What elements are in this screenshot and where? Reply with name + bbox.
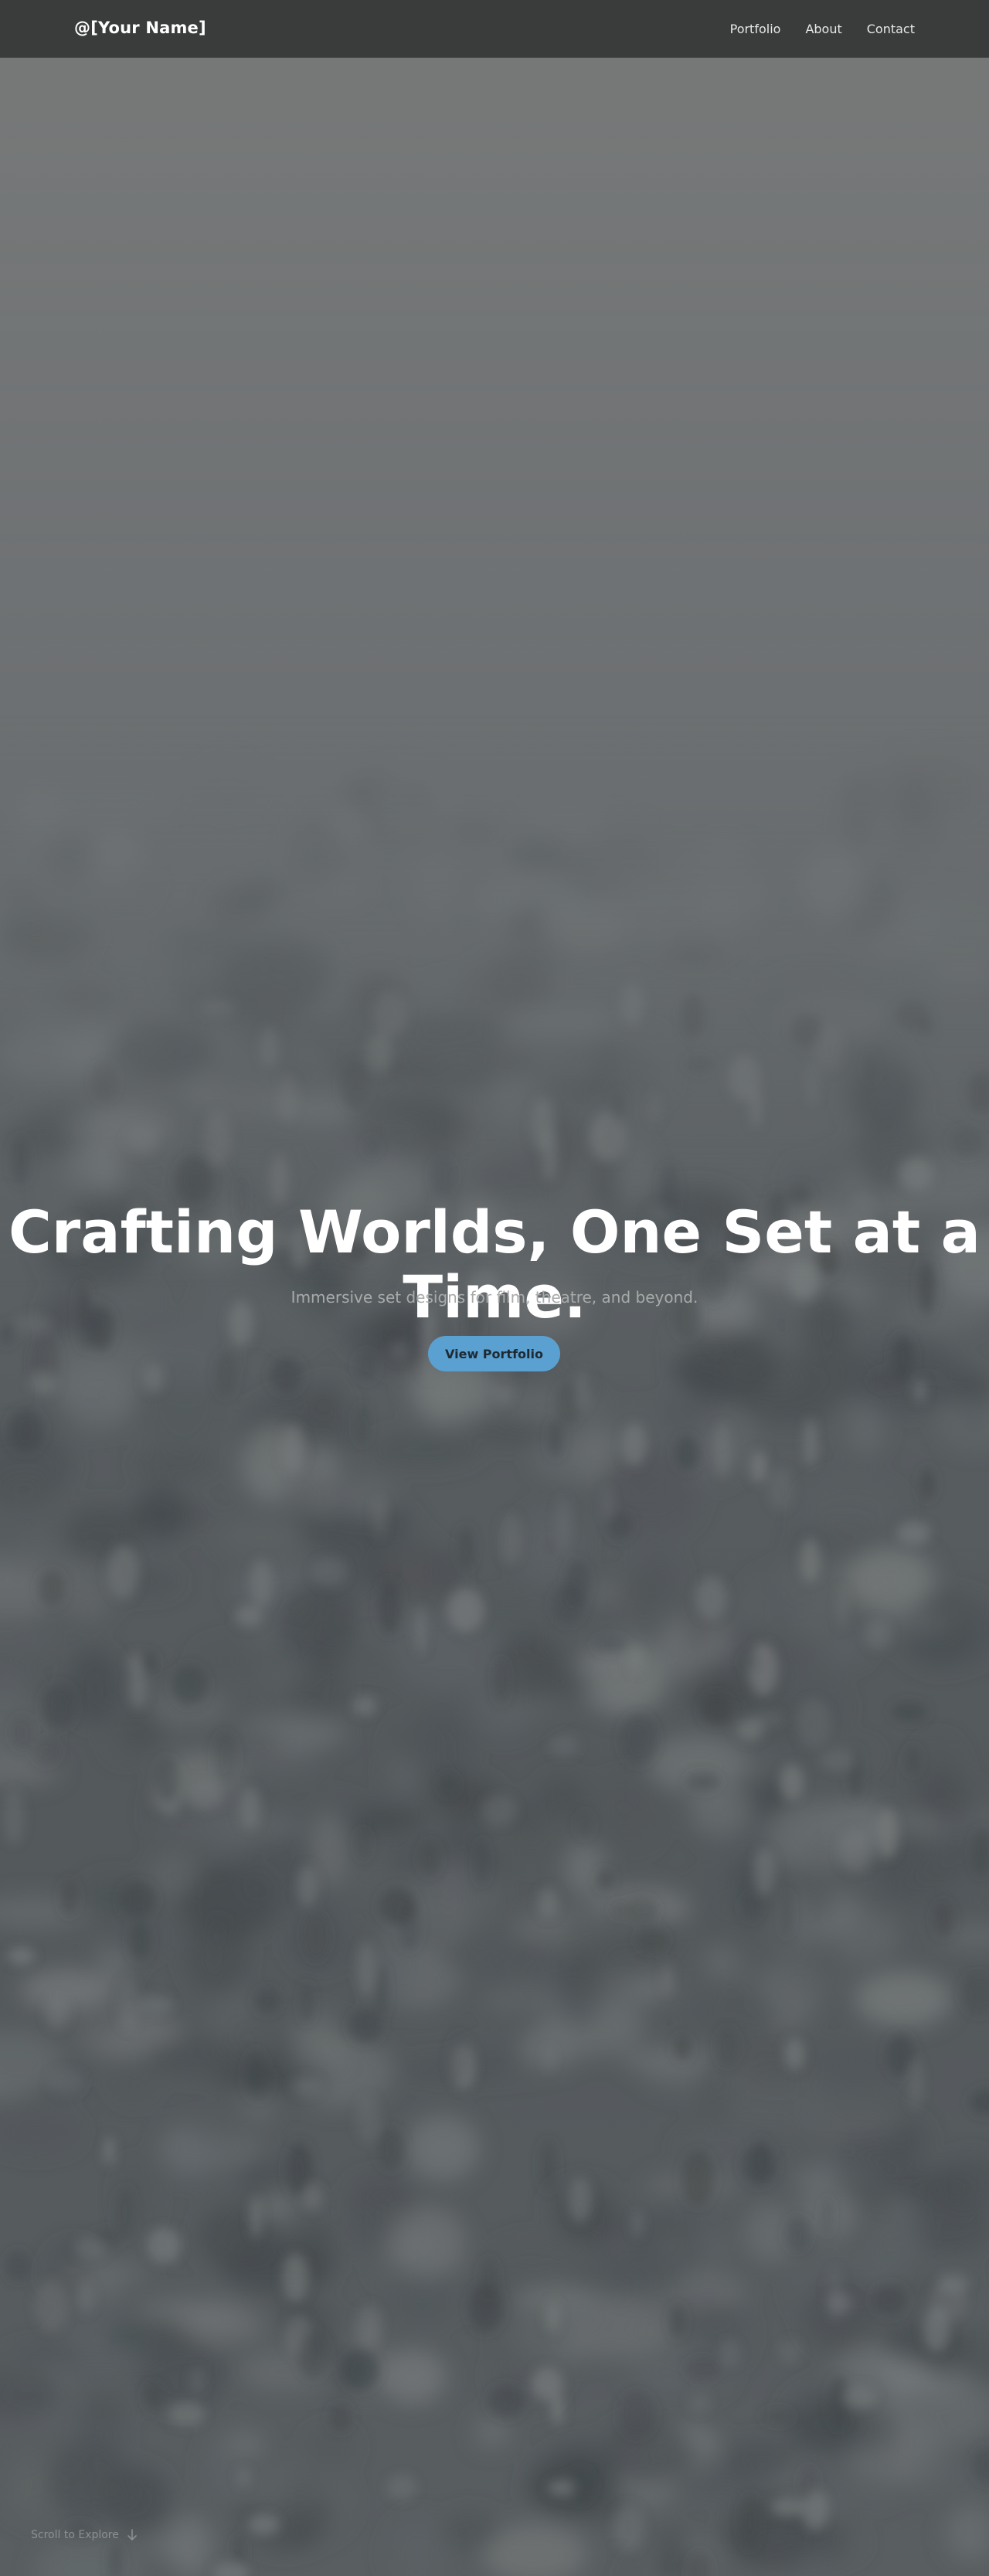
hero-title: Crafting Worlds, One Set at a Time. bbox=[8, 1198, 981, 1331]
scroll-to-explore[interactable]: Scroll to Explore bbox=[31, 2529, 138, 2541]
nav-link-portfolio[interactable]: Portfolio bbox=[730, 22, 781, 36]
scroll-hint-label: Scroll to Explore bbox=[31, 2529, 119, 2541]
arrow-down-icon bbox=[127, 2529, 138, 2541]
hero-subtitle: Immersive set designs for film, theatre,… bbox=[291, 1288, 698, 1307]
brand-logo[interactable]: @[Your Name] bbox=[74, 19, 206, 37]
main-navigation: Portfolio About Contact bbox=[730, 22, 915, 36]
top-navbar: @[Your Name] Portfolio About Contact bbox=[0, 0, 989, 58]
view-portfolio-button[interactable]: View Portfolio bbox=[428, 1336, 560, 1371]
nav-link-about[interactable]: About bbox=[805, 22, 841, 36]
nav-link-contact[interactable]: Contact bbox=[867, 22, 915, 36]
